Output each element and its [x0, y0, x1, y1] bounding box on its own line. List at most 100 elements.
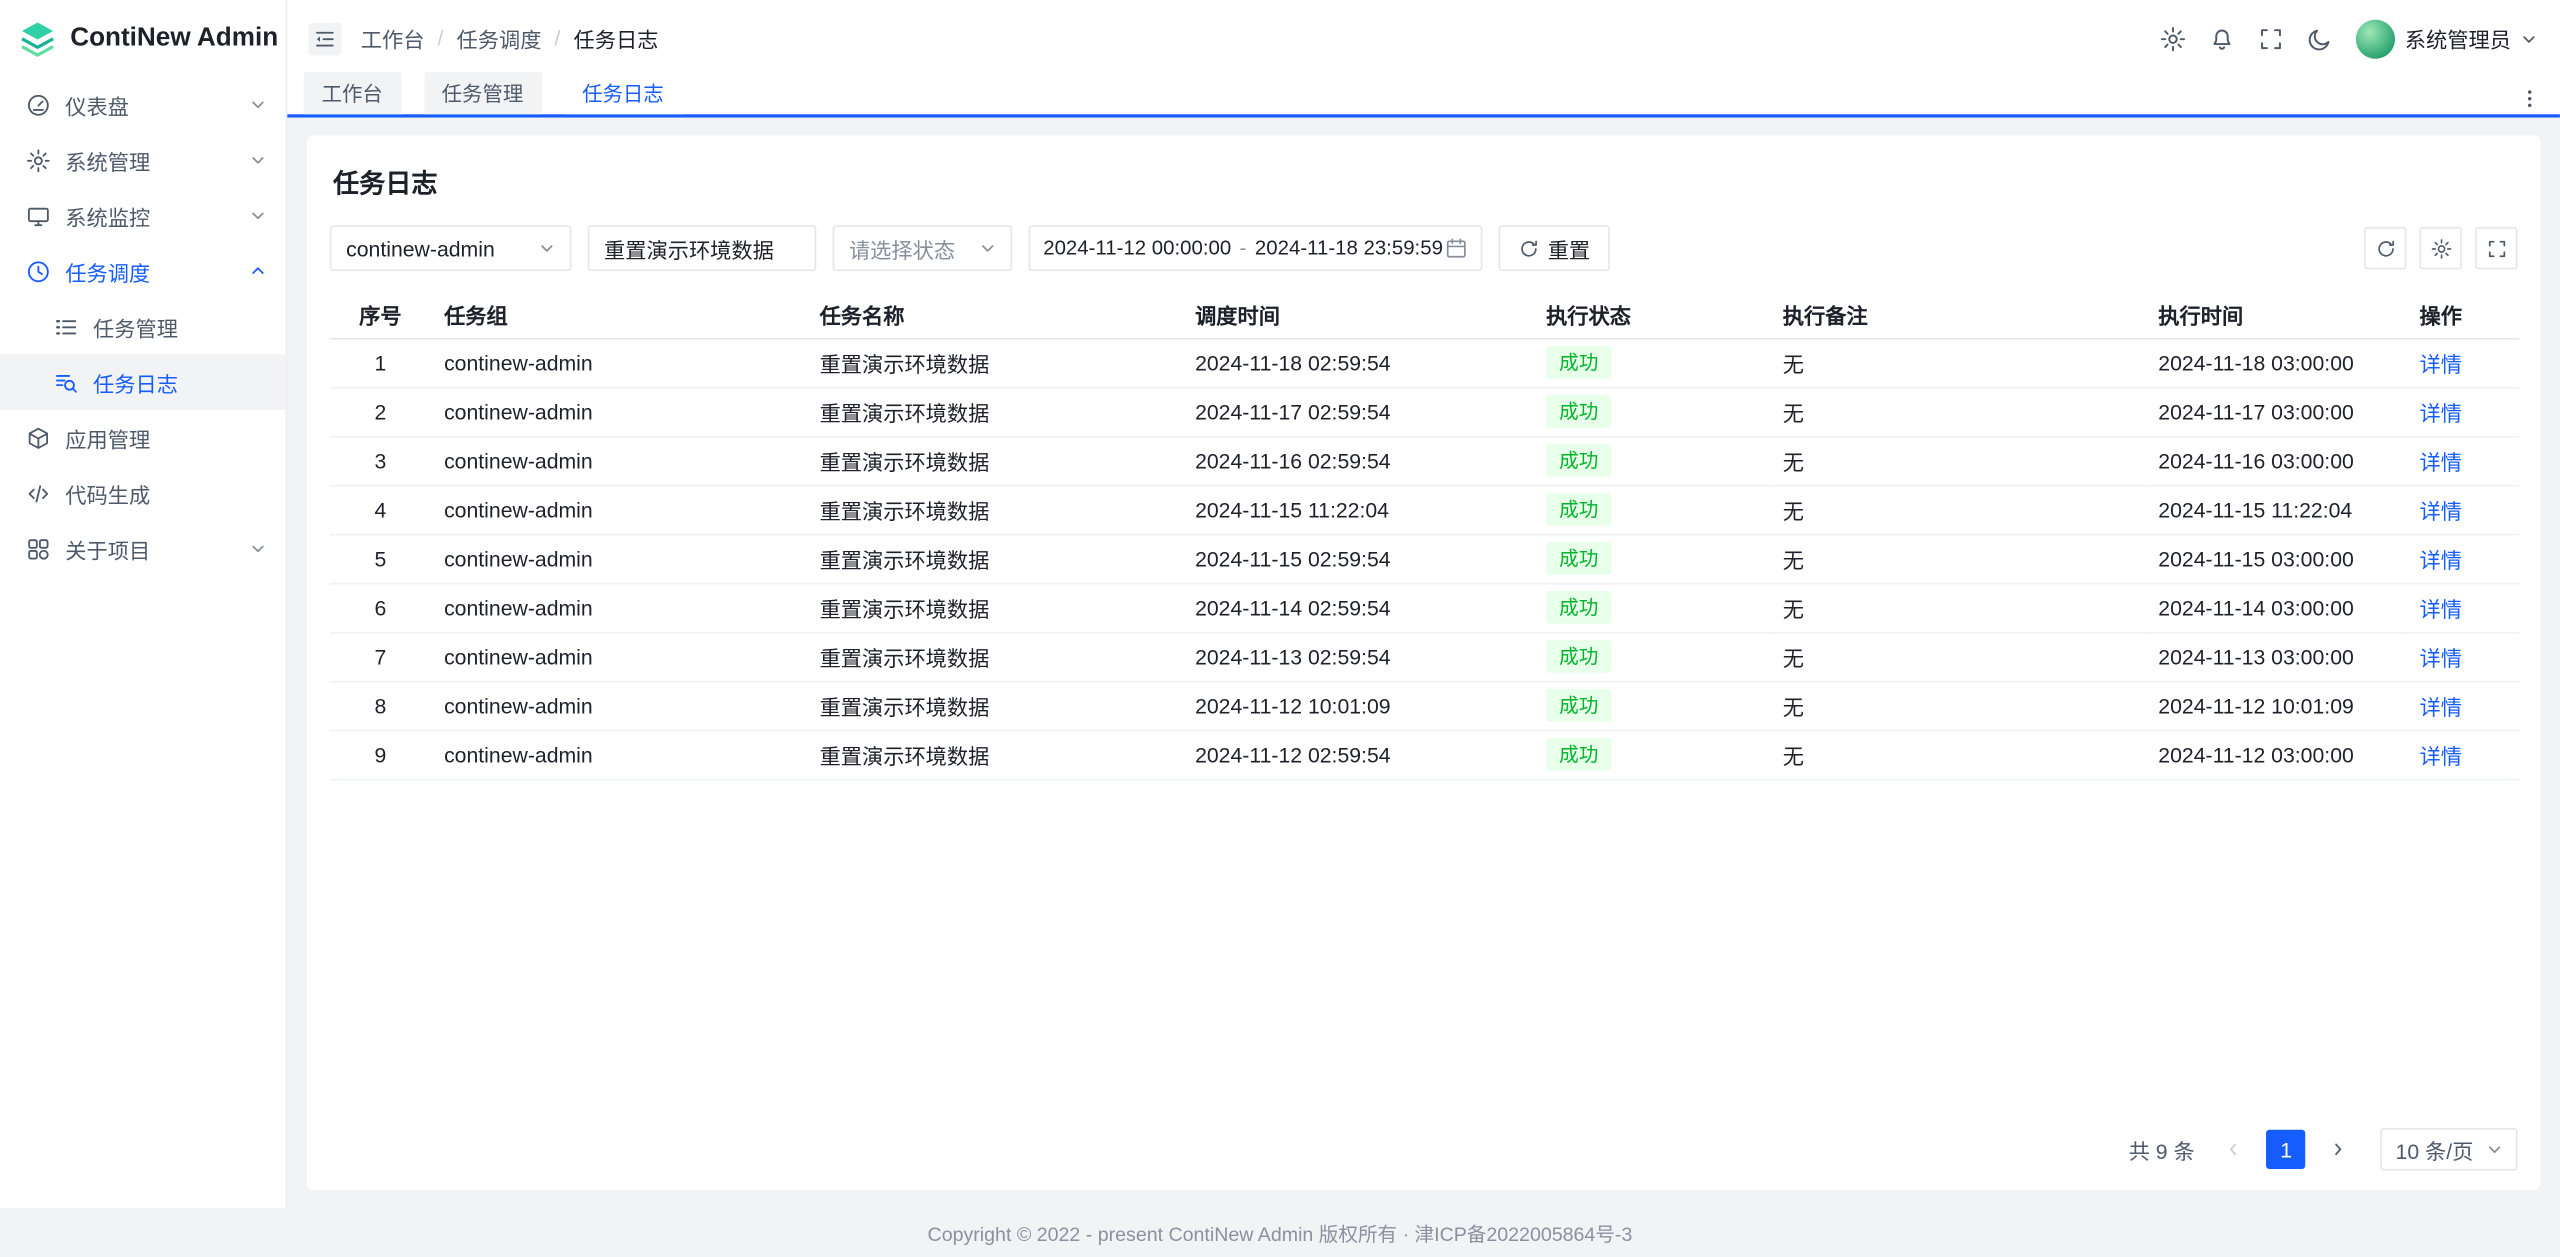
- status-select[interactable]: 请选择状态: [833, 225, 1013, 271]
- column-header: 操作: [2406, 291, 2519, 338]
- dark-mode-moon-icon[interactable]: [2307, 25, 2333, 51]
- cell-task-name: 重置演示环境数据: [807, 583, 1182, 632]
- pagination: 共 9 条 1 10 条/页: [330, 1109, 2518, 1171]
- reset-button[interactable]: 重置: [1499, 225, 1610, 271]
- detail-link[interactable]: 详情: [2420, 695, 2462, 719]
- cell-exec-time: 2024-11-12 10:01:09: [2145, 681, 2406, 730]
- status-badge: 成功: [1546, 395, 1611, 428]
- tab-workbench[interactable]: 工作台: [304, 72, 401, 114]
- filter-bar: continew-admin 请选择状态 2024-11-12 00:00:00: [330, 225, 2518, 271]
- user-name: 系统管理员: [2405, 23, 2511, 54]
- cell-action: 详情: [2406, 387, 2519, 436]
- sidebar-item-task-scheduling[interactable]: 任务调度: [0, 243, 286, 299]
- tab-task-management[interactable]: 任务管理: [424, 72, 542, 114]
- app-logo-icon: [16, 17, 58, 59]
- sidebar-collapse-button[interactable]: [309, 22, 342, 55]
- settings-icon[interactable]: [2160, 25, 2186, 51]
- status-badge: 成功: [1546, 542, 1611, 575]
- detail-link[interactable]: 详情: [2420, 352, 2462, 376]
- sidebar-item-task-log[interactable]: 任务日志: [0, 354, 286, 410]
- cell-remark: 无: [1770, 632, 2145, 681]
- status-badge: 成功: [1546, 493, 1611, 526]
- date-end-value[interactable]: 2024-11-18 23:59:59: [1255, 237, 1443, 260]
- sidebar-item-label: 仪表盘: [65, 89, 235, 120]
- cell-task-name: 重置演示环境数据: [807, 730, 1182, 779]
- detail-link[interactable]: 详情: [2420, 646, 2462, 670]
- sidebar-item-task-management[interactable]: 任务管理: [0, 299, 286, 355]
- breadcrumb-separator: /: [555, 26, 561, 50]
- table-fullscreen-button[interactable]: [2475, 227, 2517, 269]
- gear-icon: [26, 148, 50, 172]
- pagination-next-button[interactable]: [2319, 1130, 2358, 1169]
- cell-task-group: continew-admin: [431, 632, 806, 681]
- sidebar-item-code-generation[interactable]: 代码生成: [0, 465, 286, 521]
- table-row: 9 continew-admin 重置演示环境数据 2024-11-12 02:…: [330, 730, 2519, 779]
- table-body: 1 continew-admin 重置演示环境数据 2024-11-18 02:…: [330, 338, 2519, 779]
- sidebar-item-dashboard[interactable]: 仪表盘: [0, 77, 286, 133]
- detail-link[interactable]: 详情: [2420, 450, 2462, 474]
- detail-link[interactable]: 详情: [2420, 401, 2462, 425]
- user-menu[interactable]: 系统管理员: [2356, 19, 2537, 58]
- cell-remark: 无: [1770, 534, 2145, 583]
- cell-action: 详情: [2406, 338, 2519, 387]
- page-size-select[interactable]: 10 条/页: [2381, 1128, 2518, 1170]
- page-title: 任务日志: [333, 162, 2517, 201]
- sidebar-item-about-project[interactable]: 关于项目: [0, 521, 286, 577]
- table-settings-button[interactable]: [2420, 227, 2462, 269]
- logo-row[interactable]: ContiNew Admin: [0, 0, 286, 77]
- tab-task-log[interactable]: 任务日志: [564, 72, 682, 114]
- status-badge: 成功: [1546, 346, 1611, 379]
- sidebar-item-label: 任务调度: [65, 256, 235, 287]
- breadcrumb-separator: /: [438, 26, 444, 50]
- column-header: 任务组: [431, 291, 806, 338]
- cell-remark: 无: [1770, 436, 2145, 485]
- chevron-down-icon: [980, 240, 996, 256]
- tab-more-icon[interactable]: [2519, 87, 2540, 108]
- fullscreen-icon[interactable]: [2258, 25, 2284, 51]
- cell-task-group: continew-admin: [431, 583, 806, 632]
- pagination-page-1[interactable]: 1: [2267, 1130, 2306, 1169]
- sidebar-item-app-management[interactable]: 应用管理: [0, 410, 286, 466]
- date-range-picker[interactable]: 2024-11-12 00:00:00 - 2024-11-18 23:59:5…: [1029, 225, 1483, 271]
- task-list-icon: [54, 314, 78, 338]
- cell-status: 成功: [1533, 534, 1770, 583]
- cell-task-group: continew-admin: [431, 534, 806, 583]
- chevron-down-icon: [539, 240, 555, 256]
- table-row: 2 continew-admin 重置演示环境数据 2024-11-17 02:…: [330, 387, 2519, 436]
- cell-schedule-time: 2024-11-17 02:59:54: [1182, 387, 1533, 436]
- sidebar-item-system-monitor[interactable]: 系统监控: [0, 188, 286, 244]
- chevron-up-icon: [250, 263, 266, 279]
- cell-task-group: continew-admin: [431, 485, 806, 534]
- bell-icon[interactable]: [2209, 25, 2235, 51]
- chevron-down-icon: [2486, 1141, 2502, 1157]
- breadcrumb-item[interactable]: 任务调度: [457, 23, 542, 54]
- chevron-down-icon: [250, 96, 266, 112]
- date-start-value[interactable]: 2024-11-12 00:00:00: [1043, 237, 1231, 260]
- sidebar-item-system-management[interactable]: 系统管理: [0, 132, 286, 188]
- refresh-icon: [1518, 238, 1539, 259]
- detail-link[interactable]: 详情: [2420, 597, 2462, 621]
- cell-schedule-time: 2024-11-18 02:59:54: [1182, 338, 1533, 387]
- task-name-input[interactable]: [604, 236, 800, 260]
- task-group-select[interactable]: continew-admin: [330, 225, 572, 271]
- cell-index: 4: [330, 485, 431, 534]
- chevron-down-icon: [250, 207, 266, 223]
- cell-status: 成功: [1533, 632, 1770, 681]
- chevron-down-icon: [250, 152, 266, 168]
- table-refresh-button[interactable]: [2364, 227, 2406, 269]
- detail-link[interactable]: 详情: [2420, 499, 2462, 523]
- cell-exec-time: 2024-11-12 03:00:00: [2145, 730, 2406, 779]
- status-select-placeholder: 请选择状态: [849, 233, 955, 264]
- column-header: 执行时间: [2145, 291, 2406, 338]
- sidebar: ContiNew Admin 仪表盘 系统管理: [0, 0, 287, 1208]
- pagination-prev-button[interactable]: [2214, 1130, 2253, 1169]
- status-badge: 成功: [1546, 444, 1611, 477]
- detail-link[interactable]: 详情: [2420, 548, 2462, 572]
- detail-link[interactable]: 详情: [2420, 744, 2462, 768]
- breadcrumb-item[interactable]: 工作台: [361, 23, 425, 54]
- topbar: 工作台 / 任务调度 / 任务日志: [287, 0, 2560, 77]
- column-header: 任务名称: [807, 291, 1182, 338]
- log-search-icon: [54, 370, 78, 394]
- table-row: 7 continew-admin 重置演示环境数据 2024-11-13 02:…: [330, 632, 2519, 681]
- cell-action: 详情: [2406, 485, 2519, 534]
